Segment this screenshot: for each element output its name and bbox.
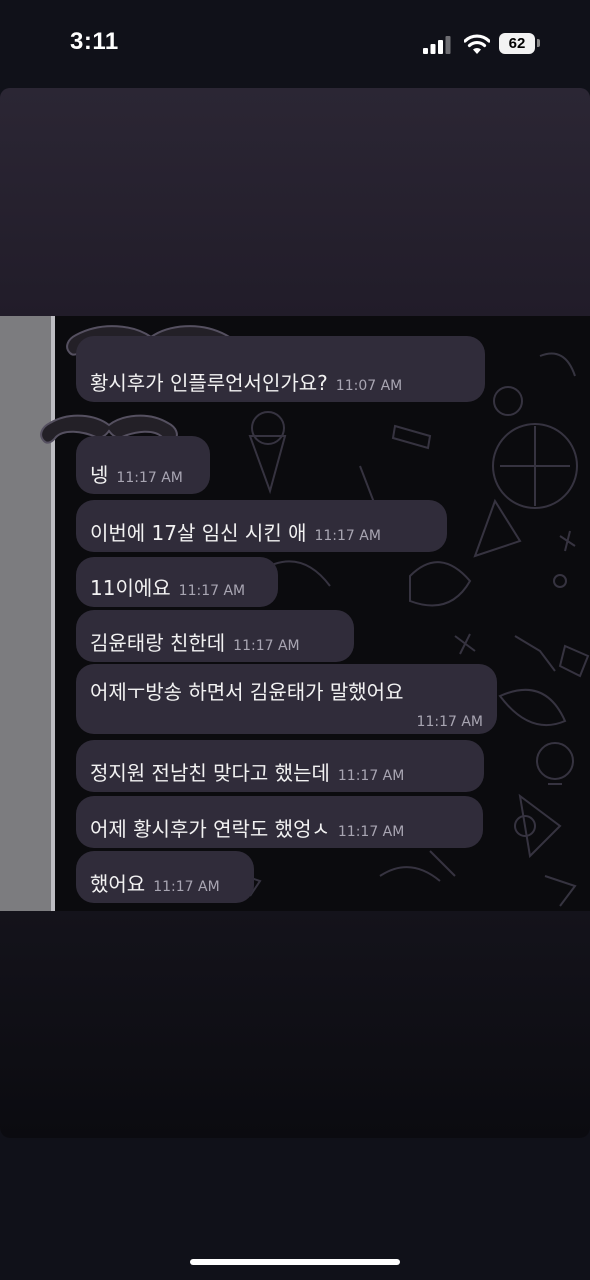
message-text: 했어요 (90, 872, 146, 896)
message-time: 11:17 AM (178, 583, 246, 599)
cellular-signal-icon (423, 36, 451, 54)
message-bubble: 이번에 17살 임신 시킨 애 11:17 AM (76, 500, 447, 552)
message-bubble: 황시후가 인플루언서인가요? 11:07 AM (76, 336, 485, 402)
viewer-bottom-area (0, 911, 590, 1138)
message-bubble: 김윤태랑 친한데 11:17 AM (76, 610, 354, 662)
battery-level: 62 (508, 35, 526, 52)
message-time: 11:17 AM (337, 768, 405, 784)
message-time: 11:17 AM (416, 714, 483, 730)
message-bubble: 정지원 전남친 맞다고 했는데 11:17 AM (76, 740, 484, 792)
message-text: 이번에 17살 임신 시킨 애 (90, 521, 307, 545)
message-bubble: 어제 황시후가 연락도 했엉ㅅ 11:17 AM (76, 796, 483, 848)
message-text: 황시후가 인플루언서인가요? (90, 371, 328, 395)
chat-screenshot: 황시후가 인플루언서인가요? 11:07 AM 넹 11:17 AM 이번에 1… (0, 316, 590, 911)
message-time: 11:17 AM (314, 528, 381, 544)
message-text: 정지원 전남친 맞다고 했는데 (90, 761, 330, 785)
status-bar: 3:11 62 (0, 0, 590, 88)
message-time: 11:07 AM (335, 378, 403, 394)
message-time: 11:17 AM (116, 470, 183, 486)
battery-cap (537, 39, 540, 47)
home-indicator[interactable] (190, 1259, 400, 1265)
message-bubble: 넹 11:17 AM (76, 436, 210, 494)
message-bubble: 했어요 11:17 AM (76, 851, 254, 903)
message-text: 넹 (90, 463, 109, 487)
side-panel-strip (0, 316, 55, 911)
message-time: 11:17 AM (233, 638, 300, 654)
battery-indicator: 62 (499, 33, 535, 54)
status-time: 3:11 (70, 28, 119, 55)
image-viewer: 황시후가 인플루언서인가요? 11:07 AM 넹 11:17 AM 이번에 1… (0, 88, 590, 1138)
message-bubble: 11이에요 11:17 AM (76, 557, 278, 607)
viewer-top-area (0, 88, 590, 316)
message-text: 김윤태랑 친한데 (90, 631, 226, 655)
message-time: 11:17 AM (337, 824, 405, 840)
message-time: 11:17 AM (153, 879, 220, 895)
message-text: 어제ㅜ방송 하면서 김윤태가 말했어요 (90, 680, 404, 704)
message-text: 11이에요 (90, 576, 171, 600)
wifi-icon (464, 34, 490, 54)
message-bubble: 어제ㅜ방송 하면서 김윤태가 말했어요 11:17 AM (76, 664, 497, 734)
message-text: 어제 황시후가 연락도 했엉ㅅ (90, 817, 330, 841)
